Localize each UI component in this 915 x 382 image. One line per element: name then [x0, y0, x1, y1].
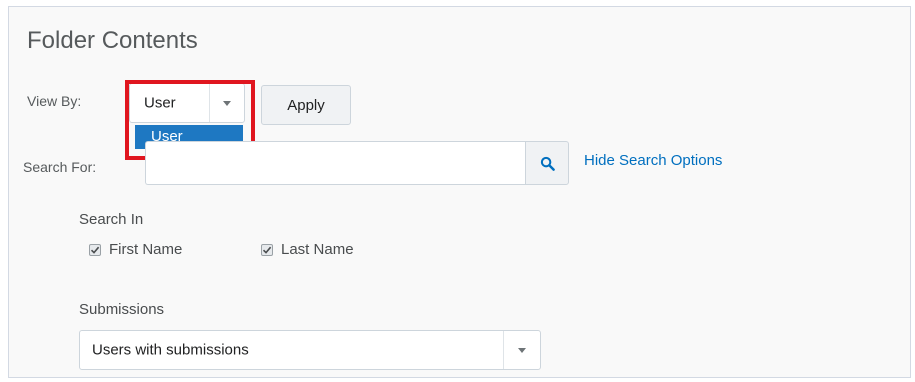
last-name-checkbox[interactable]	[261, 243, 273, 256]
first-name-checkbox-item[interactable]: First Name	[89, 241, 182, 258]
search-icon	[540, 156, 555, 171]
search-input[interactable]	[145, 141, 525, 185]
search-for-label: Search For:	[23, 159, 97, 175]
search-in-label: Search In	[79, 211, 144, 228]
hide-search-options-link[interactable]: Hide Search Options	[584, 152, 722, 169]
submissions-dropdown-toggle[interactable]	[503, 331, 540, 369]
checkmark-icon	[90, 246, 100, 254]
apply-button[interactable]: Apply	[261, 85, 351, 125]
last-name-label: Last Name	[281, 241, 354, 258]
search-button[interactable]	[525, 141, 569, 185]
view-by-label: View By:	[27, 93, 82, 109]
view-by-selected-value: User	[144, 94, 176, 112]
submissions-select[interactable]: Users with submissions	[79, 330, 541, 370]
view-by-dropdown-toggle[interactable]	[209, 84, 244, 122]
chevron-down-icon	[518, 347, 526, 353]
checkmark-icon	[262, 246, 272, 254]
submissions-selected-value: Users with submissions	[92, 341, 249, 359]
chevron-down-icon	[223, 100, 231, 106]
submissions-label: Submissions	[79, 301, 165, 318]
view-by-select[interactable]: User	[129, 83, 245, 123]
page-title: Folder Contents	[27, 27, 198, 54]
first-name-label: First Name	[109, 241, 183, 258]
last-name-checkbox-item[interactable]: Last Name	[261, 241, 354, 258]
folder-contents-panel: Folder Contents View By: User User Apply…	[8, 6, 911, 378]
first-name-checkbox[interactable]	[89, 243, 101, 256]
